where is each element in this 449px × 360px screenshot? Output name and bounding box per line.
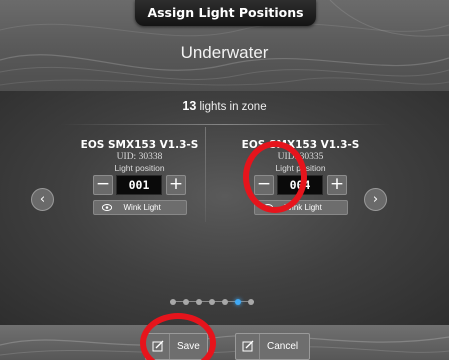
cancel-button[interactable]: Cancel <box>235 333 310 360</box>
decrement-button[interactable]: − <box>93 175 113 195</box>
decrement-button[interactable]: − <box>254 175 274 195</box>
chevron-right-icon: › <box>372 192 379 207</box>
page-dot[interactable] <box>183 299 189 305</box>
edit-icon <box>236 334 260 359</box>
lights-count-number: 13 <box>182 99 197 113</box>
page-dot[interactable] <box>196 299 202 305</box>
light-card: EOS SMX153 V1.3-S UID: 30335 Light posit… <box>233 139 368 215</box>
increment-button[interactable]: + <box>327 175 347 195</box>
wink-light-button[interactable]: Wink Light <box>253 200 348 215</box>
minus-icon: − <box>95 174 111 194</box>
footer-area <box>0 325 449 360</box>
light-position-stepper: − 001 + <box>72 175 207 195</box>
minus-icon: − <box>256 174 272 194</box>
plus-icon: + <box>168 174 184 194</box>
page-dot[interactable] <box>235 299 241 305</box>
device-uid: UID: 30335 <box>277 152 324 162</box>
eye-icon <box>101 204 112 211</box>
page-dot[interactable] <box>170 299 176 305</box>
wink-light-button[interactable]: Wink Light <box>92 200 187 215</box>
save-button[interactable]: Save <box>145 333 208 360</box>
lights-count: 13 lights in zone <box>0 99 449 113</box>
page-indicator <box>170 298 260 306</box>
plus-icon: + <box>329 174 345 194</box>
chevron-left-icon: ‹ <box>39 192 46 207</box>
cancel-label: Cancel <box>267 341 299 352</box>
light-position-stepper: − 004 + <box>233 175 368 195</box>
device-uid: UID: 30338 <box>116 152 163 162</box>
header-area: Assign Light Positions Underwater <box>0 0 449 95</box>
page-dot[interactable] <box>248 299 254 305</box>
wave-background <box>0 334 449 356</box>
divider <box>60 124 390 125</box>
device-name: EOS SMX153 V1.3-S <box>80 139 199 151</box>
light-position-label: Light position <box>275 163 326 173</box>
wink-light-label: Wink Light <box>284 203 322 212</box>
zone-name: Underwater <box>180 43 269 62</box>
previous-page-button[interactable]: ‹ <box>31 188 54 211</box>
page-dot[interactable] <box>222 299 228 305</box>
wink-light-label: Wink Light <box>123 203 161 212</box>
light-position-label: Light position <box>114 163 165 173</box>
save-label: Save <box>177 341 200 352</box>
light-position-value[interactable]: 004 <box>277 175 323 195</box>
lights-count-text: lights in zone <box>196 101 267 113</box>
edit-icon <box>146 334 170 359</box>
light-assignment-panel: 13 lights in zone ‹ › EOS SMX153 V1.3-S … <box>0 91 449 325</box>
page-title: Assign Light Positions <box>135 0 316 26</box>
light-position-value[interactable]: 001 <box>116 175 162 195</box>
page-dot[interactable] <box>209 299 215 305</box>
light-card: EOS SMX153 V1.3-S UID: 30338 Light posit… <box>72 139 207 215</box>
eye-icon <box>262 204 273 211</box>
increment-button[interactable]: + <box>166 175 186 195</box>
device-name: EOS SMX153 V1.3-S <box>241 139 360 151</box>
